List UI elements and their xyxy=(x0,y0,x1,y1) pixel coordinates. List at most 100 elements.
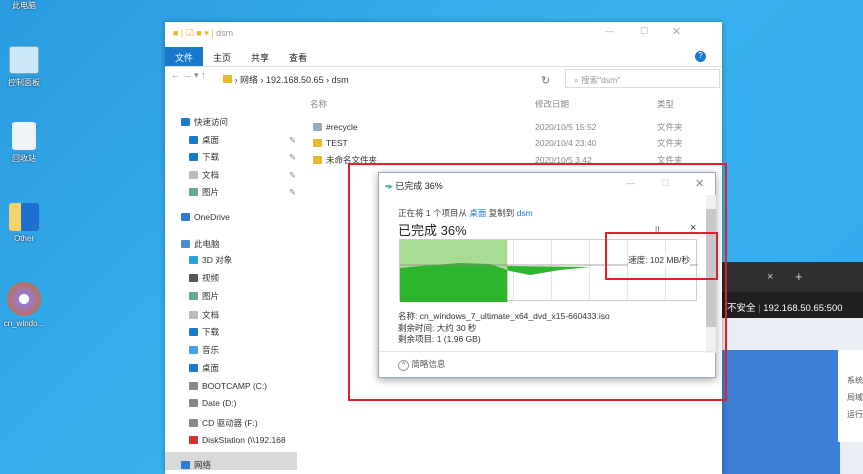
close-button[interactable]: ✕ xyxy=(672,25,681,38)
title-bar: ■ | ☑ ■ ▾ | dsm xyxy=(173,28,233,39)
sidebar-item-icon xyxy=(181,213,190,221)
sidebar-item-label: 下载 xyxy=(202,327,220,337)
sidebar-item[interactable]: OneDrive xyxy=(181,212,230,222)
new-tab-button[interactable]: + xyxy=(795,269,803,284)
sidebar-item-icon xyxy=(189,188,198,196)
pin-icon[interactable]: ✎ xyxy=(289,152,296,163)
desktop-icon-label: cn_windo... xyxy=(3,319,45,328)
maximize-button[interactable]: ☐ xyxy=(640,26,648,37)
desktop-icon-label: 控制面板 xyxy=(8,78,40,87)
sidebar-item-icon xyxy=(189,274,198,282)
sidebar-item-label: Date (D:) xyxy=(202,398,237,408)
sidebar-item-label: 下载 xyxy=(202,152,220,162)
sidebar-item[interactable]: 网络 xyxy=(181,459,211,471)
sidebar-item[interactable]: BOOTCAMP (C:) xyxy=(189,381,267,391)
breadcrumb-item[interactable]: dsm xyxy=(332,75,349,85)
file-type: 文件夹 xyxy=(657,138,683,148)
tab-close-button[interactable]: × xyxy=(767,271,773,283)
address-bar[interactable]: 不安全 | 192.168.50.65:500 xyxy=(715,292,863,318)
desktop-icon-control-panel[interactable]: 控制面板 xyxy=(0,46,48,88)
info-card: 系统 局域 运行 xyxy=(838,350,863,442)
pin-icon[interactable]: ✎ xyxy=(289,135,296,146)
file-row[interactable]: TEST 2020/10/4 23:40 文件夹 xyxy=(313,138,713,148)
sidebar-item-label: 视频 xyxy=(202,273,220,283)
desktop-icon-other[interactable]: Other xyxy=(0,203,48,243)
sidebar-item[interactable]: 桌面 ✎ xyxy=(189,134,296,146)
sidebar-item[interactable]: Date (D:) xyxy=(189,398,236,408)
sidebar-item-icon xyxy=(189,382,198,390)
breadcrumb[interactable]: › 网络 › 192.168.50.65 › dsm xyxy=(223,69,543,87)
card-line: 局域 xyxy=(847,393,863,402)
disc-icon xyxy=(7,282,41,316)
control-panel-icon xyxy=(9,46,39,74)
tab-home[interactable]: 主页 xyxy=(203,47,241,66)
sidebar-item-icon xyxy=(189,419,198,427)
sidebar-item[interactable]: 桌面 xyxy=(189,362,219,374)
folder-icon xyxy=(313,139,322,147)
sidebar-item[interactable]: 3D 对象 xyxy=(189,254,232,266)
sidebar-item[interactable]: 文档 xyxy=(189,309,219,321)
search-placeholder: 搜索"dsm" xyxy=(581,75,621,85)
sidebar-item[interactable]: DiskStation (\\192.168 xyxy=(189,435,286,445)
quick-access-toolbar[interactable]: ■ | ☑ ■ ▾ | xyxy=(173,28,214,38)
sidebar-item-icon xyxy=(189,399,198,407)
sidebar-item[interactable]: 下载 ✎ xyxy=(189,151,296,163)
sidebar-item[interactable]: 图片 xyxy=(189,290,219,302)
recycle-bin-icon xyxy=(12,122,36,150)
column-header-date[interactable]: 修改日期 xyxy=(535,98,569,110)
browser-window: × + 不安全 | 192.168.50.65:500 系统局域运行 xyxy=(715,262,863,474)
sidebar-item-icon xyxy=(189,256,198,264)
file-row[interactable]: #recycle 2020/10/5 15:52 文件夹 xyxy=(313,122,713,132)
sidebar-item-icon xyxy=(189,364,198,372)
refresh-icon[interactable]: ↻ xyxy=(541,74,550,87)
search-input[interactable]: ⌕ 搜索"dsm" xyxy=(565,69,720,88)
nav-buttons[interactable]: ← → ▾ ↑ xyxy=(171,70,206,81)
sidebar-item[interactable]: 文档 ✎ xyxy=(189,169,296,181)
column-header-name[interactable]: 名称 xyxy=(310,98,327,110)
card-line: 运行 xyxy=(847,410,863,419)
sidebar-item-icon xyxy=(181,461,190,469)
sidebar-item-icon xyxy=(189,136,198,144)
highlight-box-speed xyxy=(605,232,718,280)
desktop-icon-this-pc[interactable]: 此电脑 xyxy=(0,0,48,11)
desktop-icon-recycle-bin[interactable]: 回收站 xyxy=(0,122,48,164)
sidebar-item-label: DiskStation (\\192.168 xyxy=(202,435,286,445)
sidebar-item[interactable]: 图片 ✎ xyxy=(189,186,296,198)
sidebar-item[interactable]: 快速访问 xyxy=(181,116,228,128)
help-icon[interactable]: ? xyxy=(695,51,706,62)
insecure-label: 不安全 xyxy=(727,303,756,314)
pin-icon[interactable]: ✎ xyxy=(289,187,296,198)
desktop-icon-label: Other xyxy=(13,234,34,243)
sidebar-item-label: 图片 xyxy=(202,291,220,301)
sidebar-item-label: BOOTCAMP (C:) xyxy=(202,381,268,391)
sidebar-item[interactable]: 视频 xyxy=(189,272,219,284)
browser-tab-bar: × + xyxy=(715,262,863,292)
tab-view[interactable]: 查看 xyxy=(279,47,317,66)
tab-share[interactable]: 共享 xyxy=(241,47,279,66)
desktop-icon-iso[interactable]: cn_windo... xyxy=(0,282,48,328)
pin-icon[interactable]: ✎ xyxy=(289,170,296,181)
blue-panel xyxy=(722,350,840,474)
sidebar-item-icon xyxy=(189,311,198,319)
column-header-type[interactable]: 类型 xyxy=(657,98,674,110)
sidebar-item-label: OneDrive xyxy=(194,212,230,222)
breadcrumb-item[interactable]: 192.168.50.65 xyxy=(266,75,324,85)
minimize-button[interactable]: — xyxy=(605,26,614,36)
sidebar-item-label: 网络 xyxy=(194,460,212,470)
sidebar-item[interactable]: CD 驱动器 (F:) xyxy=(189,417,258,429)
tab-file[interactable]: 文件 xyxy=(165,47,204,66)
card-line: 系统 xyxy=(847,376,863,385)
file-date: 2020/10/5 15:52 xyxy=(535,122,597,132)
sidebar-item-icon xyxy=(189,153,198,161)
sidebar-item[interactable]: 音乐 xyxy=(189,344,219,356)
sidebar-item[interactable]: 下载 xyxy=(189,326,219,338)
sidebar-item-icon xyxy=(189,328,198,336)
breadcrumb-item[interactable]: 网络 xyxy=(240,75,258,85)
sidebar-item-label: 桌面 xyxy=(202,135,220,145)
desktop-icon-label: 回收站 xyxy=(12,154,36,163)
separator: | xyxy=(758,303,761,314)
file-type: 文件夹 xyxy=(657,122,683,132)
search-icon: ⌕ xyxy=(574,75,579,85)
sidebar-item[interactable]: 此电脑 xyxy=(181,238,220,250)
sidebar-item-label: 此电脑 xyxy=(194,239,220,249)
